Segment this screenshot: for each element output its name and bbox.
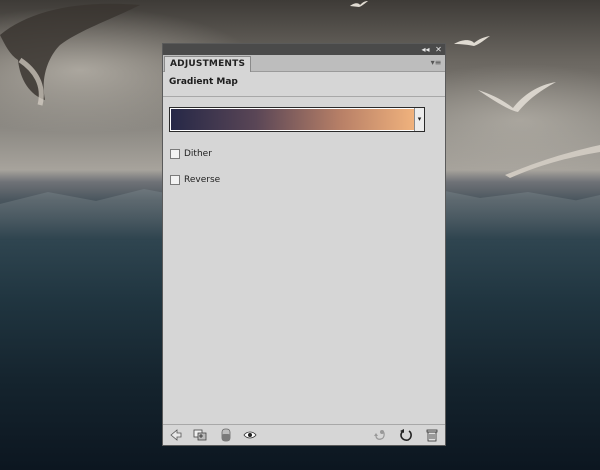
panel-title: Gradient Map xyxy=(169,77,238,87)
collapse-icon[interactable]: ◂◂ xyxy=(421,45,430,54)
layer-mask-icon[interactable] xyxy=(219,428,233,442)
reverse-label: Reverse xyxy=(184,175,221,185)
panel-menu-icon[interactable]: ▾≡ xyxy=(430,58,442,68)
gradient-picker[interactable]: ▾ xyxy=(169,107,425,132)
reverse-option[interactable]: Reverse xyxy=(170,174,220,186)
close-icon[interactable]: ✕ xyxy=(434,45,443,54)
divider xyxy=(163,96,445,97)
dither-label: Dither xyxy=(184,149,212,159)
dither-option[interactable]: Dither xyxy=(170,148,212,160)
reset-icon[interactable] xyxy=(399,428,413,442)
gradient-dropdown-arrow-icon[interactable]: ▾ xyxy=(414,108,424,131)
seagull-left xyxy=(0,3,140,106)
previous-state-icon[interactable] xyxy=(373,428,387,442)
reverse-checkbox[interactable] xyxy=(170,175,180,185)
back-arrow-icon[interactable] xyxy=(169,428,183,442)
tab-adjustments[interactable]: ADJUSTMENTS xyxy=(164,56,252,72)
visibility-eye-icon[interactable] xyxy=(243,428,257,442)
divider xyxy=(163,424,445,425)
gradient-preview[interactable] xyxy=(171,109,414,130)
seagull-top-1 xyxy=(454,36,490,46)
panel-titlebar: ◂◂ ✕ xyxy=(163,44,445,55)
dither-checkbox[interactable] xyxy=(170,149,180,159)
seagull-right-2 xyxy=(505,145,600,178)
clip-to-layer-icon[interactable] xyxy=(193,428,207,442)
seagull-right-1 xyxy=(478,82,556,112)
seagull-top-2 xyxy=(350,1,368,7)
trash-icon[interactable] xyxy=(425,428,439,442)
adjustments-panel: ◂◂ ✕ ADJUSTMENTS ▾≡ Gradient Map ▾ Dithe… xyxy=(162,43,446,446)
panel-tab-row: ADJUSTMENTS ▾≡ xyxy=(163,55,445,72)
